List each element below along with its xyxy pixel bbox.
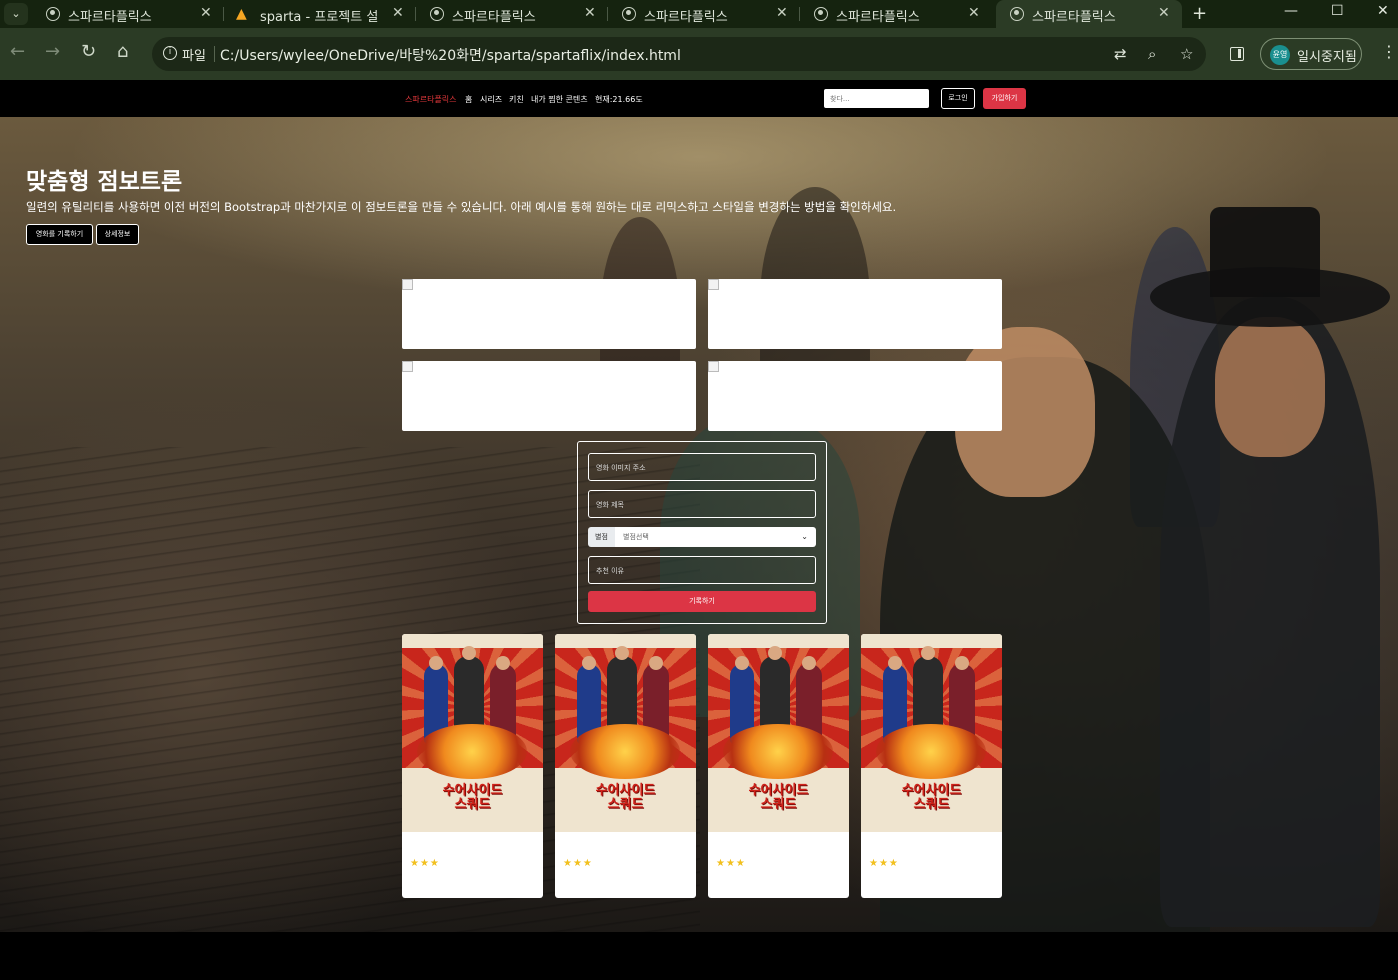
- movie-poster: 수어사이드 스쿼드: [708, 634, 849, 832]
- submit-button[interactable]: 기록하기: [588, 591, 816, 612]
- zoom-icon[interactable]: ⌕: [1148, 45, 1156, 63]
- maximize-icon[interactable]: ☐: [1331, 3, 1344, 19]
- image-placeholder: [708, 279, 1002, 349]
- profile-status: 일시중지됨: [1297, 50, 1357, 65]
- site-brand[interactable]: 스파르타플릭스: [405, 94, 457, 105]
- details-button[interactable]: 상세정보: [96, 224, 139, 245]
- login-button[interactable]: 로그인: [941, 88, 975, 109]
- star-rating: ★★★: [869, 858, 899, 869]
- back-icon[interactable]: ←: [10, 42, 25, 62]
- movie-title-field[interactable]: 영화 제목: [588, 490, 816, 518]
- nav-item-home[interactable]: 홈: [465, 94, 472, 105]
- globe-icon: [1010, 7, 1024, 21]
- firebase-icon: ▲: [236, 6, 247, 22]
- web-page: 스파르타플릭스 홈 시리즈 키친 내가 찜한 콘텐츠 현재:21.66도 로그인…: [0, 80, 1398, 932]
- movie-card[interactable]: 수어사이드 스쿼드 ★★★: [402, 634, 543, 898]
- translate-icon[interactable]: ⇄: [1114, 45, 1127, 63]
- browser-toolbar: ← → ↻ ⌂ i 파일 C:/Users/wylee/OneDrive/바탕%…: [0, 28, 1398, 80]
- jumbotron: 맞춤형 점보트론 일련의 유틸리티를 사용하면 이전 버전의 Bootstrap…: [0, 117, 1398, 932]
- movie-card[interactable]: 수어사이드 스쿼드 ★★★: [708, 634, 849, 898]
- new-tab-icon[interactable]: +: [1192, 3, 1207, 24]
- movie-card[interactable]: 수어사이드 스쿼드 ★★★: [861, 634, 1002, 898]
- browser-tab[interactable]: 스파르타플릭스 ✕: [800, 0, 992, 28]
- chevron-down-icon: ⌄: [801, 532, 808, 541]
- close-icon[interactable]: ✕: [584, 5, 596, 21]
- browser-tabstrip: ⌄ 스파르타플릭스 ✕ ▲ sparta - 프로젝트 설정 ✕ 스파르타플릭스…: [0, 0, 1398, 28]
- background-face: [1215, 317, 1325, 457]
- browser-tab[interactable]: ▲ sparta - 프로젝트 설정 ✕: [224, 0, 416, 28]
- star-rating: ★★★: [410, 858, 440, 869]
- url-text[interactable]: C:/Users/wylee/OneDrive/바탕%20화면/sparta/s…: [220, 45, 681, 65]
- movie-form: 영화 이미지 주소 영화 제목 별점 별점선택 ⌄ 추천 이유 기록하기: [577, 441, 827, 624]
- menu-icon[interactable]: ⋮: [1381, 42, 1397, 61]
- rating-select-group: 별점 별점선택 ⌄: [588, 527, 816, 547]
- hero-title: 맞춤형 점보트론: [26, 169, 183, 195]
- forward-icon[interactable]: →: [45, 42, 60, 62]
- globe-icon: [46, 7, 60, 21]
- background-hat: [1210, 207, 1320, 297]
- signup-button[interactable]: 가입하기: [983, 88, 1026, 109]
- close-icon[interactable]: ✕: [776, 5, 788, 21]
- minimize-icon[interactable]: —: [1284, 3, 1298, 19]
- movie-poster: 수어사이드 스쿼드: [861, 634, 1002, 832]
- broken-image-icon: [708, 279, 719, 290]
- profile-button[interactable]: 윤영 일시중지됨: [1260, 38, 1362, 70]
- weather-text: 현재:21.66도: [595, 95, 643, 104]
- image-url-field[interactable]: 영화 이미지 주소: [588, 453, 816, 481]
- record-movie-button[interactable]: 영화를 기록하기: [26, 224, 93, 245]
- rating-select[interactable]: 별점선택 ⌄: [615, 527, 816, 547]
- close-icon[interactable]: ✕: [392, 5, 404, 21]
- browser-tab[interactable]: 스파르타플릭스 ✕: [608, 0, 800, 28]
- broken-image-icon: [402, 279, 413, 290]
- image-placeholder: [402, 279, 696, 349]
- globe-icon: [814, 7, 828, 21]
- browser-tab[interactable]: 스파르타플릭스 ✕: [416, 0, 608, 28]
- star-rating: ★★★: [716, 858, 746, 869]
- image-placeholder: [402, 361, 696, 431]
- hero-description: 일련의 유틸리티를 사용하면 이전 버전의 Bootstrap과 마찬가지로 이…: [26, 200, 897, 214]
- movie-card[interactable]: 수어사이드 스쿼드 ★★★: [555, 634, 696, 898]
- star-rating: ★★★: [563, 858, 593, 869]
- close-icon[interactable]: ✕: [968, 5, 980, 21]
- browser-tab-active[interactable]: 스파르타플릭스 ✕: [996, 0, 1182, 28]
- image-placeholder: [708, 361, 1002, 431]
- bookmark-star-icon[interactable]: ☆: [1180, 45, 1193, 63]
- broken-image-icon: [708, 361, 719, 372]
- browser-tab[interactable]: 스파르타플릭스 ✕: [32, 0, 224, 28]
- rating-label: 별점: [588, 527, 615, 547]
- home-icon[interactable]: ⌂: [117, 42, 128, 62]
- address-bar[interactable]: i 파일 C:/Users/wylee/OneDrive/바탕%20화면/spa…: [152, 37, 1206, 71]
- broken-image-icon: [402, 361, 413, 372]
- reload-icon[interactable]: ↻: [81, 42, 96, 62]
- globe-icon: [430, 7, 444, 21]
- window-close-icon[interactable]: ✕: [1377, 3, 1389, 19]
- side-panel-icon[interactable]: [1230, 47, 1244, 61]
- reason-field[interactable]: 추천 이유: [588, 556, 816, 584]
- movie-poster: 수어사이드 스쿼드: [555, 634, 696, 832]
- site-navbar: 스파르타플릭스 홈 시리즈 키친 내가 찜한 콘텐츠 현재:21.66도 로그인…: [0, 80, 1398, 117]
- globe-icon: [622, 7, 636, 21]
- tab-search-dropdown[interactable]: ⌄: [4, 3, 28, 25]
- nav-item-my-list[interactable]: 내가 찜한 콘텐츠: [531, 94, 588, 105]
- nav-item-series[interactable]: 시리즈: [480, 94, 502, 105]
- nav-item-kitchen[interactable]: 키친: [509, 94, 524, 105]
- search-input[interactable]: [824, 89, 929, 108]
- scheme-label: 파일: [182, 49, 206, 64]
- movie-poster: 수어사이드 스쿼드: [402, 634, 543, 832]
- close-icon[interactable]: ✕: [200, 5, 212, 21]
- close-icon[interactable]: ✕: [1158, 5, 1170, 21]
- info-icon[interactable]: i: [163, 46, 177, 60]
- avatar: 윤영: [1270, 45, 1290, 65]
